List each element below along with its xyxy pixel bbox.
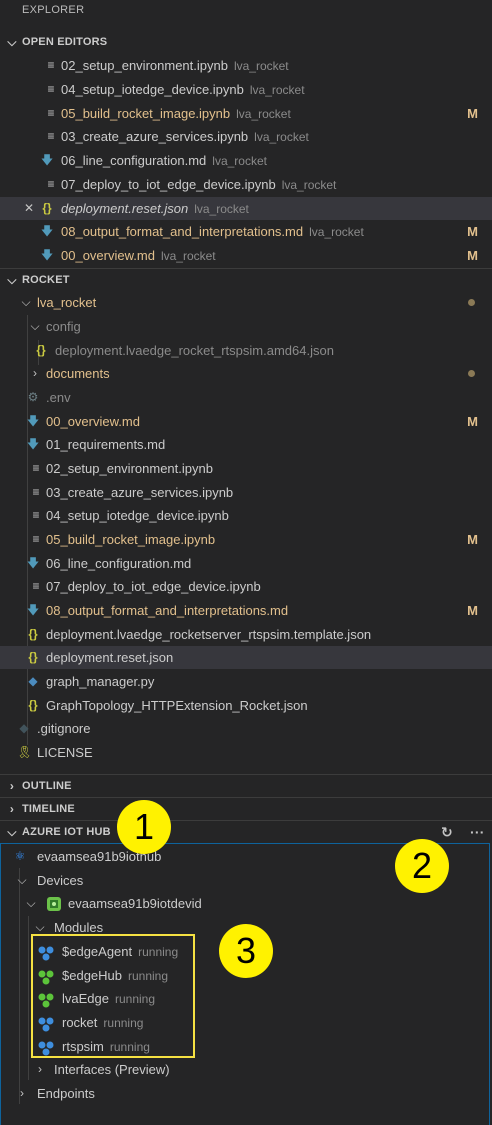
refresh-icon[interactable]: ↻: [441, 821, 453, 843]
file-graph-manager[interactable]: ◆ graph_manager.py: [0, 670, 492, 693]
modified-badge: M: [467, 532, 478, 547]
markdown-icon: 🡇: [40, 248, 54, 262]
callout-1: 1: [117, 800, 171, 854]
chevron-down-icon: ⌵: [26, 896, 36, 910]
open-editor-item[interactable]: 🡇 08_output_format_and_interpretations.m…: [0, 220, 492, 243]
notebook-icon: ≡: [32, 485, 40, 499]
iot-hub-icon: ⚛: [14, 849, 26, 863]
file-output-format[interactable]: 🡇 08_output_format_and_interpretations.m…: [0, 599, 492, 622]
open-editor-item[interactable]: ≡ 03_create_azure_services.ipynb lva_rock…: [0, 125, 492, 148]
modified-badge: M: [467, 248, 478, 263]
folder-lva-rocket[interactable]: ⌵ lva_rocket: [0, 291, 492, 314]
file-create-azure-services[interactable]: ≡ 03_create_azure_services.ipynb: [0, 481, 492, 504]
chevron-down-icon: ⌵: [30, 319, 40, 333]
markdown-icon: 🡇: [26, 437, 40, 451]
file-requirements[interactable]: 🡇 01_requirements.md: [0, 433, 492, 456]
modified-badge: M: [467, 603, 478, 618]
modified-badge: M: [467, 106, 478, 121]
folder-documents[interactable]: › documents: [0, 362, 492, 385]
open-editor-item[interactable]: ≡ 04_setup_iotedge_device.ipynb lva_rocke…: [0, 78, 492, 101]
chevron-down-icon: ⌵: [17, 873, 27, 887]
open-editors-header[interactable]: ⌵ OPEN EDITORS: [0, 31, 492, 53]
json-icon: {}: [28, 698, 38, 712]
modified-dot: [468, 299, 475, 306]
notebook-icon: ≡: [47, 82, 55, 96]
python-icon: ◆: [28, 674, 38, 688]
notebook-icon: ≡: [47, 129, 55, 143]
notebook-icon: ≡: [47, 106, 55, 120]
file-overview[interactable]: 🡇 00_overview.md M: [0, 410, 492, 433]
file-line-configuration[interactable]: 🡇 06_line_configuration.md: [0, 552, 492, 575]
explorer-title: EXPLORER: [22, 4, 85, 16]
chevron-right-icon: ›: [9, 779, 15, 793]
notebook-icon: ≡: [47, 58, 55, 72]
file-license[interactable]: 🎗 LICENSE: [0, 741, 492, 764]
rocket-header[interactable]: ⌵ ROCKET: [0, 268, 492, 290]
chevron-down-icon: ⌵: [7, 825, 17, 839]
open-editor-item[interactable]: ≡ 02_setup_environment.ipynb lva_rocket: [0, 54, 492, 77]
file-build-rocket-image[interactable]: ≡ 05_build_rocket_image.ipynb M: [0, 528, 492, 551]
markdown-icon: 🡇: [26, 414, 40, 428]
open-editor-item[interactable]: 🡇 06_line_configuration.md lva_rocket: [0, 149, 492, 172]
file-gitignore[interactable]: ◆ .gitignore: [0, 717, 492, 740]
json-icon: {}: [28, 627, 38, 641]
open-editor-item[interactable]: ≡ 05_build_rocket_image.ipynb lva_rocket …: [0, 102, 492, 125]
notebook-icon: ≡: [32, 579, 40, 593]
file-setup-iotedge[interactable]: ≡ 04_setup_iotedge_device.ipynb: [0, 504, 492, 527]
file-env[interactable]: ⚙ .env: [0, 386, 492, 409]
modules-highlight-box: [31, 934, 195, 1058]
callout-3: 3: [219, 924, 273, 978]
gear-icon: ⚙: [27, 390, 39, 404]
chevron-down-icon: ⌵: [7, 35, 17, 49]
outline-header[interactable]: › OUTLINE: [0, 774, 492, 796]
notebook-icon: ≡: [32, 532, 40, 546]
file-template-json[interactable]: {} deployment.lvaedge_rocketserver_rtsps…: [0, 623, 492, 646]
open-editor-item[interactable]: ≡ 07_deploy_to_iot_edge_device.ipynb lva_…: [0, 173, 492, 196]
open-editor-item-active[interactable]: ✕ {} deployment.reset.json lva_rocket: [0, 197, 492, 220]
notebook-icon: ≡: [32, 461, 40, 475]
git-icon: ◆: [19, 721, 29, 735]
chevron-right-icon: ›: [20, 1086, 24, 1100]
chevron-down-icon: ⌵: [7, 273, 17, 287]
file-graph-topology[interactable]: {} GraphTopology_HTTPExtension_Rocket.js…: [0, 694, 492, 717]
modified-dot: [468, 370, 475, 377]
callout-2: 2: [395, 839, 449, 893]
folder-config[interactable]: ⌵ config: [0, 315, 492, 338]
close-icon[interactable]: ✕: [22, 197, 36, 220]
timeline-header[interactable]: › TIMELINE: [0, 797, 492, 819]
chevron-down-icon: ⌵: [21, 295, 31, 309]
edge-device-icon: [45, 896, 63, 912]
chevron-right-icon: ›: [38, 1062, 42, 1076]
open-editor-item[interactable]: 🡇 00_overview.md lva_rocket M: [0, 244, 492, 267]
modified-badge: M: [467, 414, 478, 429]
chevron-right-icon: ›: [33, 366, 37, 380]
notebook-icon: ≡: [32, 508, 40, 522]
file-config-json[interactable]: {} deployment.lvaedge_rocket_rtspsim.amd…: [0, 339, 492, 362]
interfaces-item[interactable]: › Interfaces (Preview): [0, 1058, 492, 1081]
notebook-icon: ≡: [47, 177, 55, 191]
markdown-icon: 🡇: [40, 153, 54, 167]
markdown-icon: 🡇: [26, 603, 40, 617]
markdown-icon: 🡇: [40, 224, 54, 238]
file-deployment-reset-selected[interactable]: {} deployment.reset.json: [0, 646, 492, 669]
license-icon: 🎗: [17, 745, 33, 759]
json-icon: {}: [42, 201, 52, 215]
json-icon: {}: [28, 650, 38, 664]
json-icon: {}: [36, 343, 46, 357]
device-item[interactable]: ⌵ evaamsea91b9iotdevid: [0, 892, 492, 915]
file-deploy[interactable]: ≡ 07_deploy_to_iot_edge_device.ipynb: [0, 575, 492, 598]
endpoints-item[interactable]: › Endpoints: [0, 1082, 492, 1105]
chevron-right-icon: ›: [9, 802, 15, 816]
more-actions-icon[interactable]: ···: [470, 821, 485, 843]
file-setup-environment[interactable]: ≡ 02_setup_environment.ipynb: [0, 457, 492, 480]
modified-badge: M: [467, 224, 478, 239]
markdown-icon: 🡇: [26, 556, 40, 570]
